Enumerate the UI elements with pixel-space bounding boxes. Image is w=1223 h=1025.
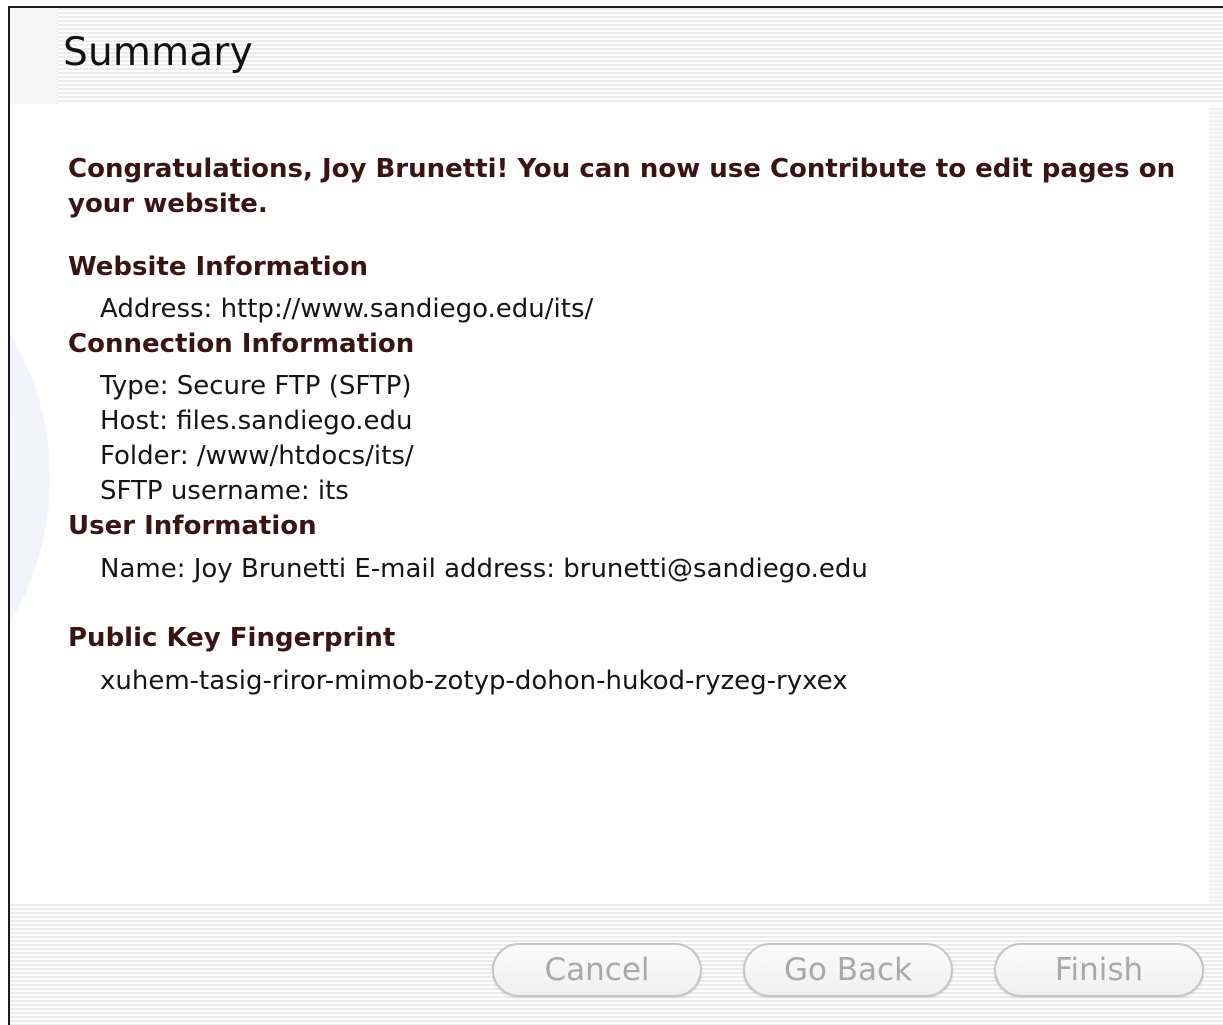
header-band-left (10, 8, 58, 104)
fingerprint-value: xuhem-tasig-riror-mimob-zotyp-dohon-huko… (100, 666, 848, 696)
user-info-heading: User Information (68, 511, 317, 541)
connection-info-heading: Connection Information (68, 329, 415, 359)
right-edge-stripe (1209, 108, 1223, 904)
website-address: Address: http://www.sandiego.edu/its/ (100, 294, 594, 324)
user-details: Name: Joy Brunetti E-mail address: brune… (100, 554, 868, 584)
go-back-button[interactable]: Go Back (743, 943, 953, 997)
cancel-button[interactable]: Cancel (492, 943, 702, 997)
connection-folder: Folder: /www/htdocs/its/ (100, 441, 414, 471)
connection-host: Host: files.sandiego.edu (100, 406, 413, 436)
website-info-heading: Website Information (68, 252, 369, 282)
page-title: Summary (63, 30, 253, 75)
fingerprint-heading: Public Key Fingerprint (68, 623, 396, 653)
congratulations-message: Congratulations, Joy Brunetti! You can n… (68, 154, 1176, 219)
connection-type: Type: Secure FTP (SFTP) (100, 371, 412, 401)
connection-username: SFTP username: its (100, 476, 349, 506)
summary-dialog: Summary Congratulations, Joy Brunetti! Y… (8, 6, 1223, 1025)
finish-button[interactable]: Finish (994, 943, 1204, 997)
